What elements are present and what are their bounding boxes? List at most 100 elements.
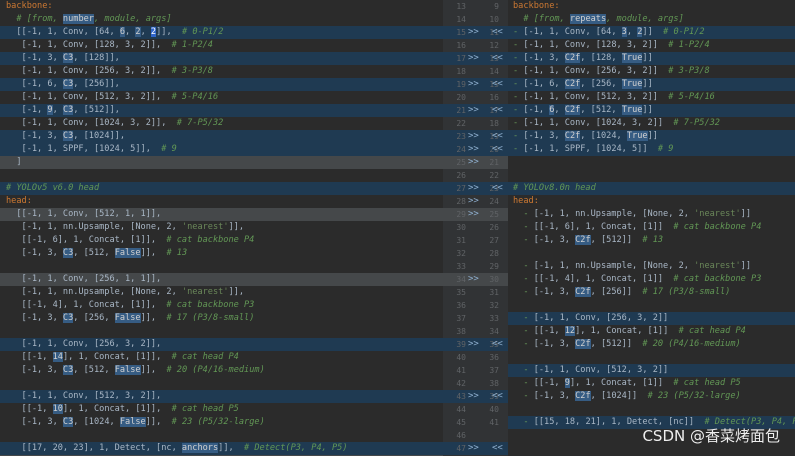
right_lines-code-line[interactable]: head: (508, 195, 795, 208)
right_lines-code-line[interactable]: - [-1, 1, nn.Upsample, [None, 2, 'neares… (508, 208, 795, 221)
left_lines-code-line[interactable]: [-1, 1, Conv, [256, 3, 2]], # 3-P3/8 (0, 65, 443, 78)
right_lines-code-line[interactable]: backbone: (508, 0, 795, 13)
right_lines-code-line[interactable]: - [-1, 1, SPPF, [1024, 5]] # 9 (508, 143, 795, 156)
apply-left-arrow-icon[interactable]: >> (468, 143, 479, 156)
left_lines-code-line[interactable]: head: (0, 195, 443, 208)
apply-right-arrow-icon[interactable]: << (492, 143, 503, 156)
apply-left-arrow-icon[interactable]: >> (468, 104, 479, 117)
left_lines-code-line[interactable]: # YOLOv5 v6.0 head (0, 182, 443, 195)
apply-right-arrow-icon[interactable]: << (492, 442, 503, 455)
left_lines-code-line[interactable]: [-1, 3, C3, [128]], (0, 52, 443, 65)
left_lines-code-line[interactable]: [-1, 1, Conv, [256, 3, 2]], (0, 338, 443, 351)
apply-left-arrow-icon[interactable]: >> (468, 195, 479, 208)
left_lines-code-line[interactable]: [-1, 3, C3, [1024, False]], # 23 (P5/32-… (0, 416, 443, 429)
right_lines-code-line[interactable]: - [-1, 6, C2f, [256, True]] (508, 78, 795, 91)
right_lines-code-line[interactable]: - [-1, 6, C2f, [512, True]] (508, 104, 795, 117)
apply-left-arrow-icon[interactable]: >> (468, 442, 479, 455)
right_lines-code-line[interactable] (508, 403, 795, 416)
right_lines-code-line[interactable]: - [[-1, 9], 1, Concat, [1]] # cat head P… (508, 377, 795, 390)
apply-left-arrow-icon[interactable]: >> (468, 78, 479, 91)
left_lines-code-line[interactable] (0, 429, 443, 442)
right_lines-code-line[interactable]: - [-1, 3, C2f, [128, True]] (508, 52, 795, 65)
right_lines-code-line[interactable]: # YOLOv8.0n head (508, 182, 795, 195)
left-line-number: 18 (456, 67, 466, 76)
left_lines-code-line[interactable]: [-1, 3, C3, [512, False]], # 20 (P4/16-m… (0, 364, 443, 377)
left_lines-code-line[interactable]: [-1, 1, Conv, [256, 1, 1]], (0, 273, 443, 286)
apply-left-arrow-icon[interactable]: >> (468, 130, 479, 143)
right_lines-code-line[interactable] (508, 351, 795, 364)
right_lines-code-line[interactable]: - [-1, 3, C2f, [256]] # 17 (P3/8-small) (508, 286, 795, 299)
left_lines-code-line[interactable]: [-1, 3, C3, [512, False]], # 13 (0, 247, 443, 260)
apply-right-arrow-icon[interactable]: << (492, 26, 503, 39)
right_lines-code-line[interactable]: - [-1, 3, C2f, [512]] # 13 (508, 234, 795, 247)
left_lines-code-line[interactable]: [-1, 1, Conv, [512, 3, 2]], # 5-P4/16 (0, 91, 443, 104)
right_lines-code-line[interactable] (508, 299, 795, 312)
left_lines-code-line[interactable]: [-1, 1, nn.Upsample, [None, 2, 'nearest'… (0, 221, 443, 234)
right_lines-code-line[interactable] (508, 156, 795, 169)
right_lines-code-line[interactable]: # [from, repeats, module, args] (508, 13, 795, 26)
left_lines-code-line[interactable]: ] (0, 156, 443, 169)
apply-left-arrow-icon[interactable]: >> (468, 182, 479, 195)
apply-left-arrow-icon[interactable]: >> (468, 26, 479, 39)
left_lines-code-line[interactable]: [[-1, 14], 1, Concat, [1]], # cat head P… (0, 351, 443, 364)
right_lines-code-line[interactable]: - [-1, 1, Conv, [256, 3, 2]] # 3-P3/8 (508, 65, 795, 78)
gutter-row: 45 41 (443, 416, 508, 429)
left_lines-code-line[interactable]: [-1, 1, nn.Upsample, [None, 2, 'nearest'… (0, 286, 443, 299)
apply-right-arrow-icon[interactable]: << (492, 104, 503, 117)
right_lines-code-line[interactable] (508, 169, 795, 182)
right_lines-code-line[interactable] (508, 247, 795, 260)
apply-right-arrow-icon[interactable]: << (492, 78, 503, 91)
left_lines-code-line[interactable]: [-1, 1, Conv, [512, 3, 2]], (0, 390, 443, 403)
right_lines-code-line[interactable]: - [-1, 1, Conv, [128, 3, 2]] # 1-P2/4 (508, 39, 795, 52)
left_lines-code-line[interactable]: [-1, 9, C3, [512]], (0, 104, 443, 117)
left_lines-code-line[interactable]: backbone: (0, 0, 443, 13)
apply-right-arrow-icon[interactable]: << (492, 182, 503, 195)
left-line-number: 29 (456, 210, 466, 219)
left_lines-code-line[interactable]: [-1, 1, SPPF, [1024, 5]], # 9 (0, 143, 443, 156)
left_lines-code-line[interactable] (0, 169, 443, 182)
apply-right-arrow-icon[interactable]: << (492, 130, 503, 143)
apply-left-arrow-icon[interactable]: >> (468, 156, 479, 169)
left_lines-code-line[interactable]: [[-1, 6], 1, Concat, [1]], # cat backbon… (0, 234, 443, 247)
apply-left-arrow-icon[interactable]: >> (468, 338, 479, 351)
right_lines-code-line[interactable]: - [-1, 3, C2f, [1024]] # 23 (P5/32-large… (508, 390, 795, 403)
diff-gutter[interactable]: 13 9 14 10 15 11 >> << 16 12 17 13 >> << 18 14 19 15 >> << 2… (443, 0, 508, 456)
apply-right-arrow-icon[interactable]: << (492, 52, 503, 65)
left_lines-code-line[interactable]: [-1, 6, C3, [256]], (0, 78, 443, 91)
left_lines-code-line[interactable]: [[-1, 4], 1, Concat, [1]], # cat backbon… (0, 299, 443, 312)
right_lines-code-line[interactable]: - [-1, 1, nn.Upsample, [None, 2, 'neares… (508, 260, 795, 273)
apply-left-arrow-icon[interactable]: >> (468, 390, 479, 403)
apply-left-arrow-icon[interactable]: >> (468, 208, 479, 221)
right_lines-code-line[interactable]: - [[-1, 6], 1, Concat, [1]] # cat backbo… (508, 221, 795, 234)
left_lines-code-line[interactable] (0, 377, 443, 390)
apply-left-arrow-icon[interactable]: >> (468, 52, 479, 65)
right_lines-code-line[interactable]: - [[-1, 12], 1, Concat, [1]] # cat head … (508, 325, 795, 338)
apply-left-arrow-icon[interactable]: >> (468, 273, 479, 286)
left_lines-code-line[interactable]: [[-1, 10], 1, Concat, [1]], # cat head P… (0, 403, 443, 416)
left_lines-code-line[interactable]: [-1, 1, Conv, [128, 3, 2]], # 1-P2/4 (0, 39, 443, 52)
left_lines-code-line[interactable] (0, 325, 443, 338)
left_lines-code-line[interactable]: [[17, 20, 23], 1, Detect, [nc, anchors]]… (0, 442, 443, 455)
code-token: [-1, 1, Conv, [512, 3, 2]], (6, 391, 162, 401)
apply-right-arrow-icon[interactable]: << (492, 390, 503, 403)
left_lines-code-line[interactable]: [[-1, 1, Conv, [512, 1, 1]], (0, 208, 443, 221)
right-editor-pane[interactable]: backbone: # [from, repeats, module, args… (508, 0, 795, 456)
right_lines-code-line[interactable]: - [-1, 1, Conv, [1024, 3, 2]] # 7-P5/32 (508, 117, 795, 130)
left_lines-code-line[interactable]: [-1, 3, C3, [256, False]], # 17 (P3/8-sm… (0, 312, 443, 325)
left_lines-code-line[interactable]: [[-1, 1, Conv, [64, 6, 2, 2]], # 0-P1/2 (0, 26, 443, 39)
left_lines-code-line[interactable]: [-1, 3, C3, [1024]], (0, 130, 443, 143)
left_lines-code-line[interactable]: # [from, number, module, args] (0, 13, 443, 26)
left_lines-code-line[interactable]: [-1, 1, Conv, [1024, 3, 2]], # 7-P5/32 (0, 117, 443, 130)
left-editor-pane[interactable]: backbone: # [from, number, module, args]… (0, 0, 443, 456)
right_lines-code-line[interactable]: - [-1, 3, C2f, [512]] # 20 (P4/16-medium… (508, 338, 795, 351)
apply-right-arrow-icon[interactable]: << (492, 338, 503, 351)
right_lines-code-line[interactable]: - [-1, 3, C2f, [1024, True]] (508, 130, 795, 143)
right_lines-code-line[interactable]: - [-1, 1, Conv, [512, 3, 2]] # 5-P4/16 (508, 91, 795, 104)
right_lines-code-line[interactable]: - [[-1, 4], 1, Concat, [1]] # cat backbo… (508, 273, 795, 286)
right_lines-code-line[interactable]: - [-1, 1, Conv, [512, 3, 2]] (508, 364, 795, 377)
code-token: [-1, 3, (6, 53, 63, 63)
code-token: # 0-P1/2 (663, 27, 705, 37)
right_lines-code-line[interactable]: - [-1, 1, Conv, [64, 3, 2]] # 0-P1/2 (508, 26, 795, 39)
left_lines-code-line[interactable] (0, 260, 443, 273)
right_lines-code-line[interactable]: - [-1, 1, Conv, [256, 3, 2]] (508, 312, 795, 325)
